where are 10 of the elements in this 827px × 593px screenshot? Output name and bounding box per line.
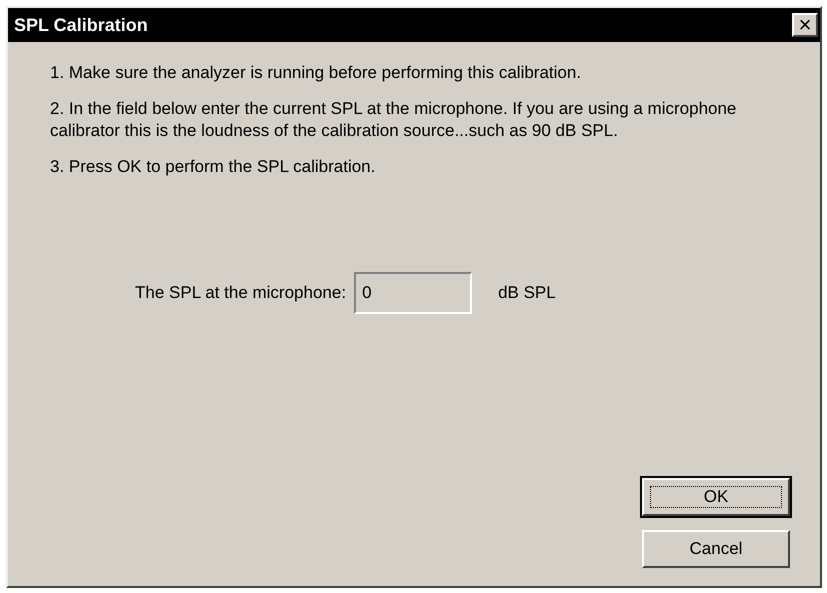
field-label: The SPL at the microphone: bbox=[135, 283, 346, 303]
instruction-text: 3. Press OK to perform the SPL calibration. bbox=[50, 156, 376, 178]
instruction-text: 1. Make sure the analyzer is running before performing this calibration. bbox=[50, 62, 582, 84]
cancel-button[interactable]: Cancel bbox=[642, 530, 790, 568]
ok-button[interactable]: OK bbox=[642, 478, 790, 516]
unit-label: dB SPL bbox=[498, 283, 556, 303]
spl-input-field[interactable]: 0 bbox=[354, 272, 472, 314]
window-title: SPL Calibration bbox=[14, 14, 148, 36]
instruction-text: 2. In the field below enter the current SPL at the microphone. If you are using a microphone calibrator this is the loudness of the calibration source...such as 90 dB SPL. bbox=[50, 98, 738, 142]
close-button[interactable]: × bbox=[792, 13, 818, 37]
